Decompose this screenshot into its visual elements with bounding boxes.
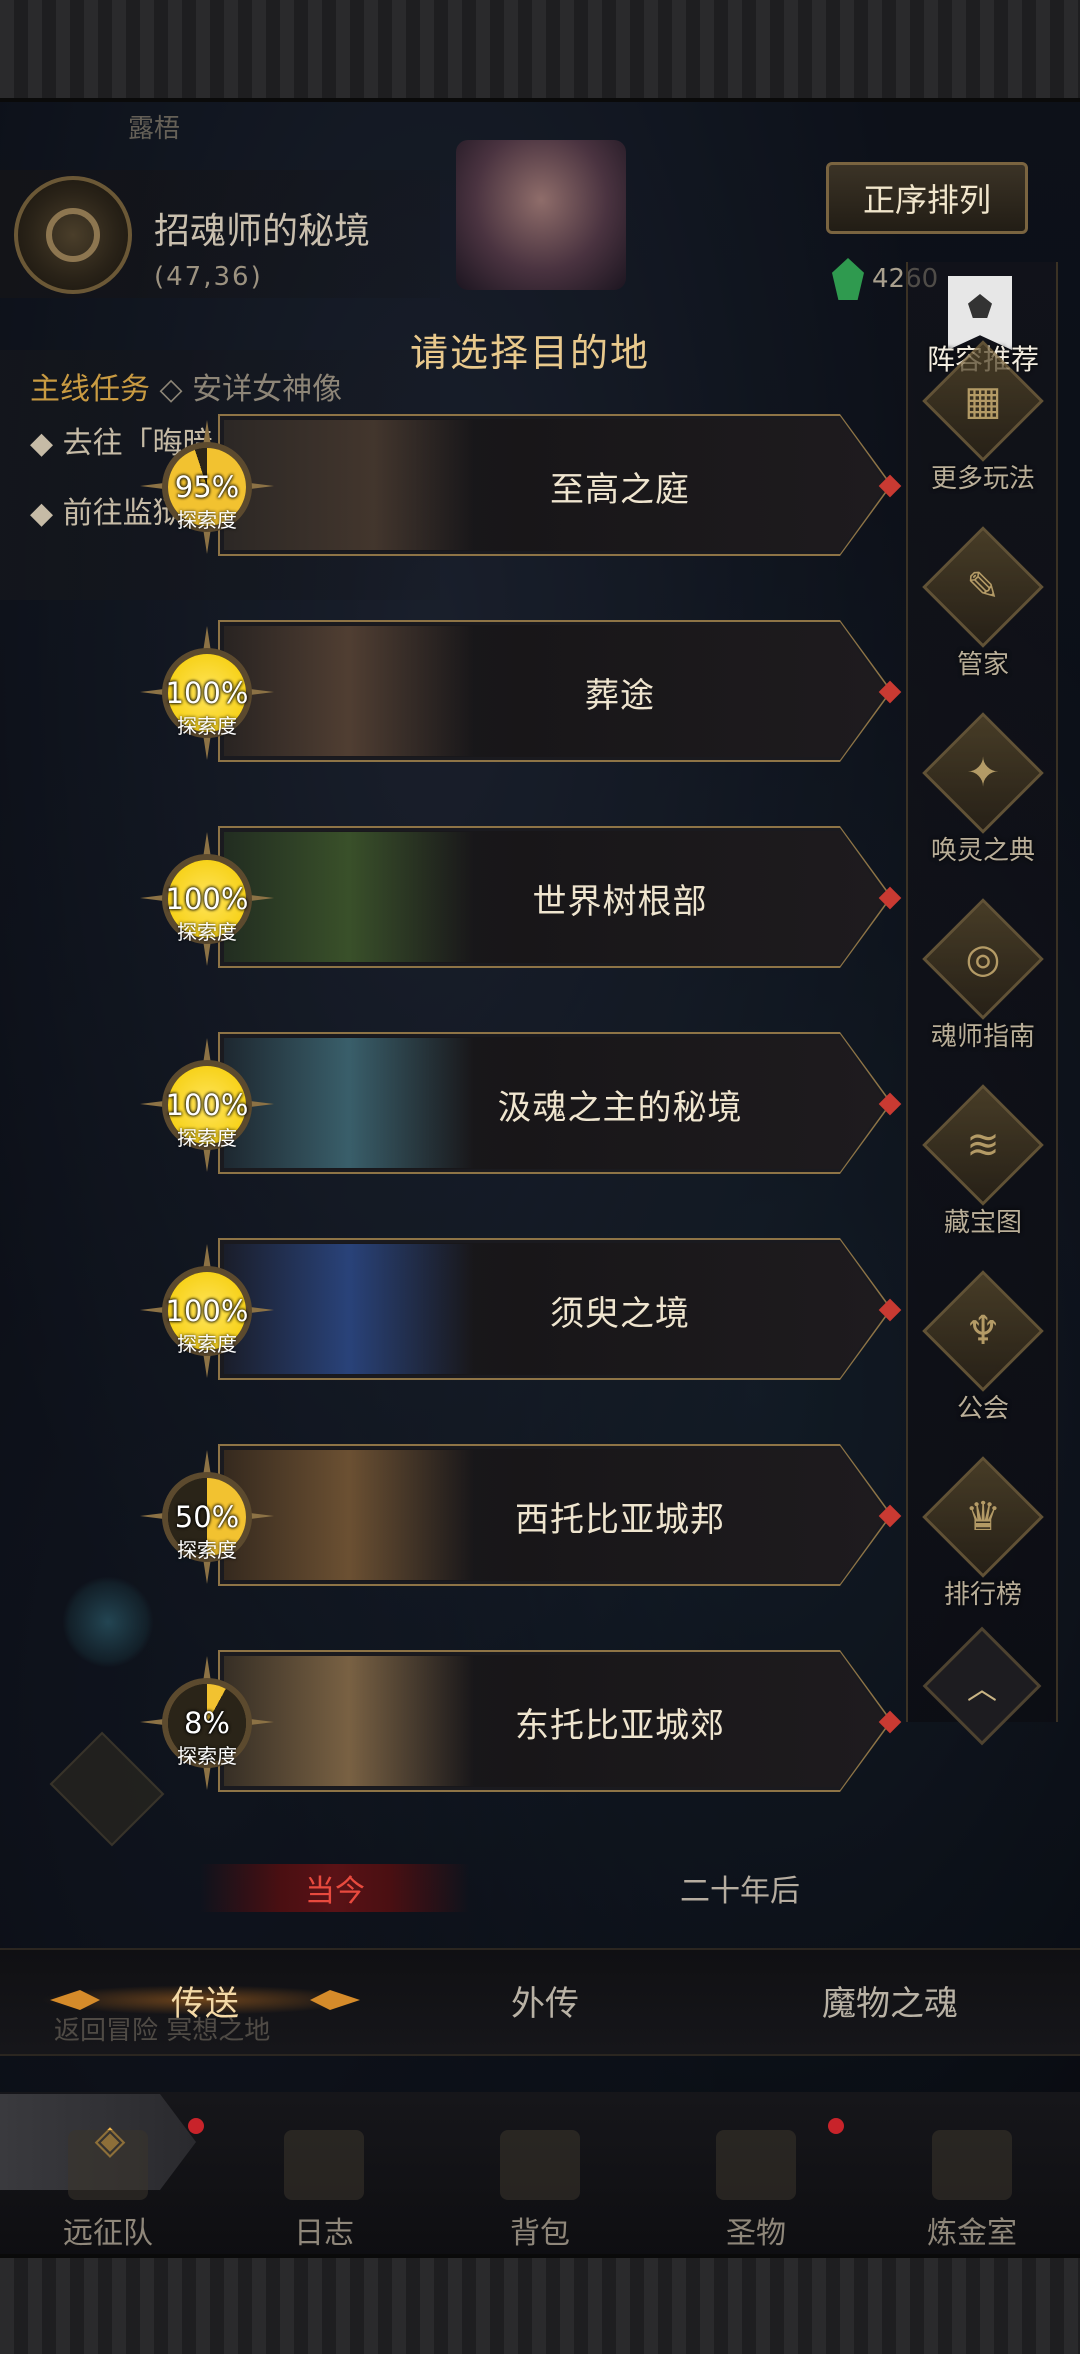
tab-side-story[interactable]: 外传 [400, 1948, 690, 2052]
sidebar-item[interactable]: ≋ 藏宝图 [900, 1084, 1066, 1268]
relic-icon [716, 2130, 796, 2200]
backpack-icon [500, 2130, 580, 2200]
quest-main-label: 主线任务 [30, 372, 150, 407]
expedition-icon [68, 2130, 148, 2200]
exploration-label: 探索度 [177, 508, 237, 532]
trophy-icon: ♛ [965, 1494, 1001, 1540]
sidebar-item[interactable]: ▦ 更多玩法 [900, 340, 1066, 524]
sidebar-item-label: 魂师指南 [930, 1022, 1035, 1052]
sort-order-button[interactable]: 正序排列 [826, 162, 1028, 234]
exploration-label: 探索度 [177, 1744, 237, 1768]
destination-row[interactable]: 东托比亚城郊 8% 探索度 [140, 1646, 902, 1796]
destination-row[interactable]: 世界树根部 100% 探索度 [140, 822, 902, 972]
era-later-tab[interactable]: 二十年后 [620, 1864, 860, 1912]
sidebar-item-label: 唤灵之典 [930, 836, 1035, 866]
exploration-label: 探索度 [177, 1538, 237, 1562]
hero-portrait[interactable] [456, 140, 626, 290]
nav-item-label: 圣物 [726, 2216, 786, 2251]
nav-item-label: 日志 [294, 2216, 354, 2251]
sidebar-item[interactable]: ✦ 唤灵之典 [900, 712, 1066, 896]
tome-icon: ✦ [966, 750, 1000, 796]
sidebar-item[interactable]: ♛ 排行榜 [900, 1456, 1066, 1640]
era-now-tab[interactable]: 当今 [200, 1864, 470, 1912]
sidebar-item-label: 公会 [956, 1394, 1009, 1424]
exploration-label: 探索度 [177, 1126, 237, 1150]
exploration-label: 探索度 [177, 714, 237, 738]
treasure-map-icon: ≋ [966, 1122, 1000, 1168]
exploration-percent: 8% [183, 1706, 230, 1740]
destination-row[interactable]: 葬途 100% 探索度 [140, 616, 902, 766]
destination-name: 汲魂之主的秘境 [497, 1088, 743, 1128]
exploration-badge: 100% 探索度 [140, 1244, 270, 1374]
alchemy-icon [932, 2130, 1012, 2200]
spirit-orb-icon[interactable] [62, 1576, 154, 1668]
sidebar-item-label: 藏宝图 [943, 1208, 1022, 1238]
nav-item-label: 背包 [510, 2216, 570, 2251]
exploration-percent: 50% [174, 1500, 240, 1534]
quest-main[interactable]: 主线任务 ◇ 安详女神像 [30, 364, 342, 408]
nav-item-label: 炼金室 [927, 2216, 1017, 2251]
exploration-badge: 100% 探索度 [140, 626, 270, 756]
sidebar-item[interactable]: ♆ 公会 [900, 1270, 1066, 1454]
location-emblem-icon[interactable] [14, 176, 132, 294]
nav-item[interactable]: 圣物 [656, 2130, 856, 2260]
tab-monster-soul[interactable]: 魔物之魂 [740, 1948, 1040, 2052]
gem-icon [832, 258, 864, 300]
top-frame [0, 0, 1080, 102]
sidebar-item-label: 更多玩法 [930, 464, 1035, 494]
sidebar-item[interactable]: ✎ 管家 [900, 526, 1066, 710]
nav-item[interactable]: 背包 [440, 2130, 640, 2260]
location-coords: (47,36) [154, 262, 263, 292]
exploration-badge: 95% 探索度 [140, 420, 270, 550]
gift-icon: ▦ [964, 378, 1002, 424]
exploration-percent: 100% [165, 1294, 249, 1328]
guild-icon: ♆ [965, 1308, 1001, 1354]
bottom-frame [0, 2254, 1080, 2354]
destination-row[interactable]: 西托比亚城邦 50% 探索度 [140, 1440, 902, 1590]
exploration-percent: 100% [165, 676, 249, 710]
exploration-badge: 100% 探索度 [140, 832, 270, 962]
destination-name: 东托比亚城郊 [515, 1706, 725, 1746]
nav-item-label: 远征队 [63, 2216, 153, 2251]
sidebar-item-label: 管家 [956, 650, 1009, 680]
quest-main-sub: ◇ 安详女神像 [159, 372, 343, 407]
location-name: 招魂师的秘境 [154, 211, 371, 252]
nav-item[interactable]: 炼金室 [872, 2130, 1072, 2260]
exploration-label: 探索度 [177, 1332, 237, 1356]
location-tab-label: 露梧 [128, 114, 181, 144]
destination-title: 请选择目的地 [409, 331, 650, 375]
exploration-badge: 100% 探索度 [140, 1038, 270, 1168]
journal-icon [284, 2130, 364, 2200]
destination-name: 西托比亚城邦 [515, 1500, 725, 1540]
destination-name: 世界树根部 [532, 882, 708, 922]
sidebar-item-label: 排行榜 [943, 1580, 1022, 1610]
return-hint: 返回冒险 冥想之地 [54, 2016, 271, 2046]
guide-icon: ◎ [965, 936, 1001, 982]
exploration-badge: 8% 探索度 [140, 1656, 270, 1786]
nav-item[interactable]: 日志 [224, 2130, 424, 2260]
quill-icon: ✎ [966, 564, 1000, 610]
exploration-percent: 100% [165, 1088, 249, 1122]
destination-name: 须臾之境 [550, 1294, 690, 1334]
destination-name: 葬途 [585, 676, 655, 716]
destination-row[interactable]: 至高之庭 95% 探索度 [140, 410, 902, 560]
chevron-up-icon: ︿ [967, 1672, 997, 1707]
destination-row[interactable]: 汲魂之主的秘境 100% 探索度 [140, 1028, 902, 1178]
exploration-badge: 50% 探索度 [140, 1450, 270, 1580]
exploration-percent: 100% [165, 882, 249, 916]
nav-item[interactable]: 远征队 [8, 2130, 208, 2260]
destination-name: 至高之庭 [550, 470, 690, 510]
exploration-percent: 95% [174, 470, 240, 504]
exploration-label: 探索度 [177, 920, 237, 944]
sidebar-item[interactable]: ◎ 魂师指南 [900, 898, 1066, 1082]
destination-row[interactable]: 须臾之境 100% 探索度 [140, 1234, 902, 1384]
